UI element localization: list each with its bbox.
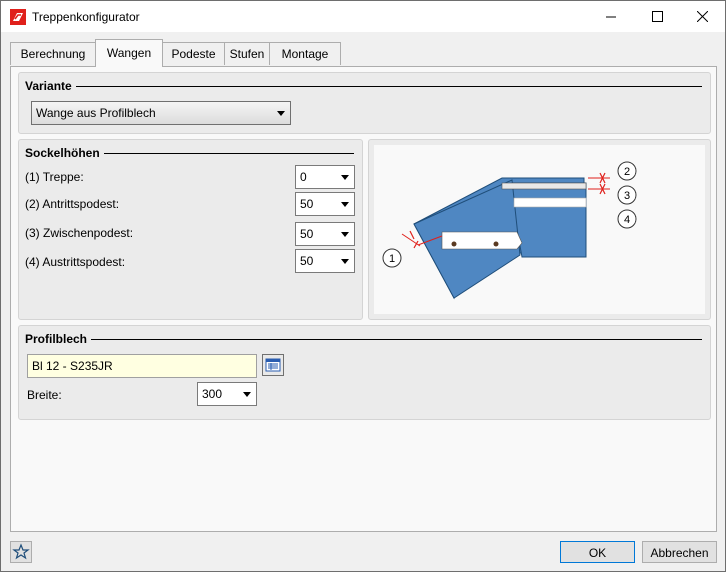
star-icon bbox=[12, 543, 30, 560]
bolt-icon bbox=[451, 241, 457, 247]
ok-button[interactable]: OK bbox=[560, 541, 635, 563]
title-bar: Treppenkonfigurator bbox=[1, 1, 725, 32]
chevron-down-icon bbox=[341, 259, 349, 264]
sockel-treppe-value: 0 bbox=[300, 170, 307, 184]
sockel-austrittspodest-label: (4) Austrittspodest: bbox=[25, 255, 126, 269]
close-button[interactable] bbox=[679, 1, 725, 32]
minimize-icon bbox=[606, 16, 616, 17]
diagram-group: 1 2 3 4 bbox=[368, 139, 711, 320]
chevron-down-icon bbox=[243, 392, 251, 397]
tab-panel-wangen: Variante Wange aus Profilblech Sockelhöh… bbox=[10, 66, 717, 532]
marker-1-label: 1 bbox=[389, 253, 395, 265]
favorites-button[interactable] bbox=[10, 541, 32, 563]
material-catalog-button[interactable] bbox=[262, 354, 284, 376]
sockel-antrittspodest-select[interactable]: 50 bbox=[295, 192, 355, 216]
marker-3-label: 3 bbox=[624, 190, 630, 202]
diagram-canvas: 1 2 3 4 bbox=[374, 145, 705, 314]
top-landing-plate bbox=[501, 182, 587, 190]
tab-podeste[interactable]: Podeste bbox=[162, 42, 225, 65]
tab-stufen[interactable]: Stufen bbox=[224, 42, 270, 65]
intermediate-landing-plate bbox=[513, 197, 587, 208]
bolt-icon bbox=[493, 241, 499, 247]
dialog-window: Treppenkonfigurator Berechnung Wangen Po… bbox=[0, 0, 726, 572]
variante-select[interactable]: Wange aus Profilblech bbox=[31, 101, 291, 125]
catalog-icon bbox=[265, 358, 281, 372]
minimize-button[interactable] bbox=[588, 1, 634, 32]
window-title: Treppenkonfigurator bbox=[32, 10, 140, 24]
sockel-austrittspodest-value: 50 bbox=[300, 254, 314, 268]
maximize-icon bbox=[651, 11, 663, 22]
profilblech-group: Profilblech Bl 12 - S235JR Breite: 300 bbox=[18, 325, 711, 420]
breite-value: 300 bbox=[202, 387, 223, 401]
chevron-down-icon bbox=[341, 202, 349, 207]
sockel-antrittspodest-value: 50 bbox=[300, 197, 314, 211]
stair-stringer-diagram: 1 2 3 4 bbox=[382, 161, 637, 300]
tick-mark bbox=[401, 233, 421, 247]
sockel-treppe-label: (1) Treppe: bbox=[25, 170, 84, 184]
marker-4-label: 4 bbox=[624, 214, 630, 226]
profilblech-header: Profilblech bbox=[25, 332, 92, 346]
chevron-down-icon bbox=[341, 232, 349, 237]
breite-select[interactable]: 300 bbox=[197, 382, 257, 406]
tick-mark bbox=[409, 230, 415, 240]
sockel-antrittspodest-label: (2) Antrittspodest: bbox=[25, 197, 120, 211]
material-field[interactable]: Bl 12 - S235JR bbox=[27, 354, 257, 378]
sockel-treppe-select[interactable]: 0 bbox=[295, 165, 355, 189]
close-icon bbox=[696, 11, 708, 22]
tab-montage[interactable]: Montage bbox=[269, 42, 341, 65]
tab-berechnung[interactable]: Berechnung bbox=[10, 42, 96, 65]
sockel-zwischenpodest-value: 50 bbox=[300, 227, 314, 241]
upper-stringer-shape bbox=[511, 182, 587, 258]
chevron-down-icon bbox=[341, 175, 349, 180]
sockel-zwischenpodest-label: (3) Zwischenpodest: bbox=[25, 226, 134, 240]
breite-label: Breite: bbox=[27, 388, 62, 402]
variante-group: Variante Wange aus Profilblech bbox=[18, 72, 711, 134]
chevron-down-icon bbox=[277, 111, 285, 116]
marker-2-label: 2 bbox=[624, 166, 630, 178]
tab-wangen[interactable]: Wangen bbox=[95, 39, 163, 67]
variante-select-value: Wange aus Profilblech bbox=[36, 106, 156, 120]
profilblech-divider bbox=[25, 339, 702, 340]
cancel-button[interactable]: Abbrechen bbox=[642, 541, 717, 563]
material-value: Bl 12 - S235JR bbox=[32, 359, 113, 373]
maximize-button[interactable] bbox=[634, 1, 680, 32]
sockel-austrittspodest-select[interactable]: 50 bbox=[295, 249, 355, 273]
sockelhoehen-header: Sockelhöhen bbox=[25, 146, 104, 160]
sockelhoehen-group: Sockelhöhen (1) Treppe: 0 (2) Antrittspo… bbox=[18, 139, 363, 320]
sockel-zwischenpodest-select[interactable]: 50 bbox=[295, 222, 355, 246]
variante-divider bbox=[25, 86, 702, 87]
variante-header: Variante bbox=[25, 79, 76, 93]
app-icon bbox=[10, 9, 26, 25]
